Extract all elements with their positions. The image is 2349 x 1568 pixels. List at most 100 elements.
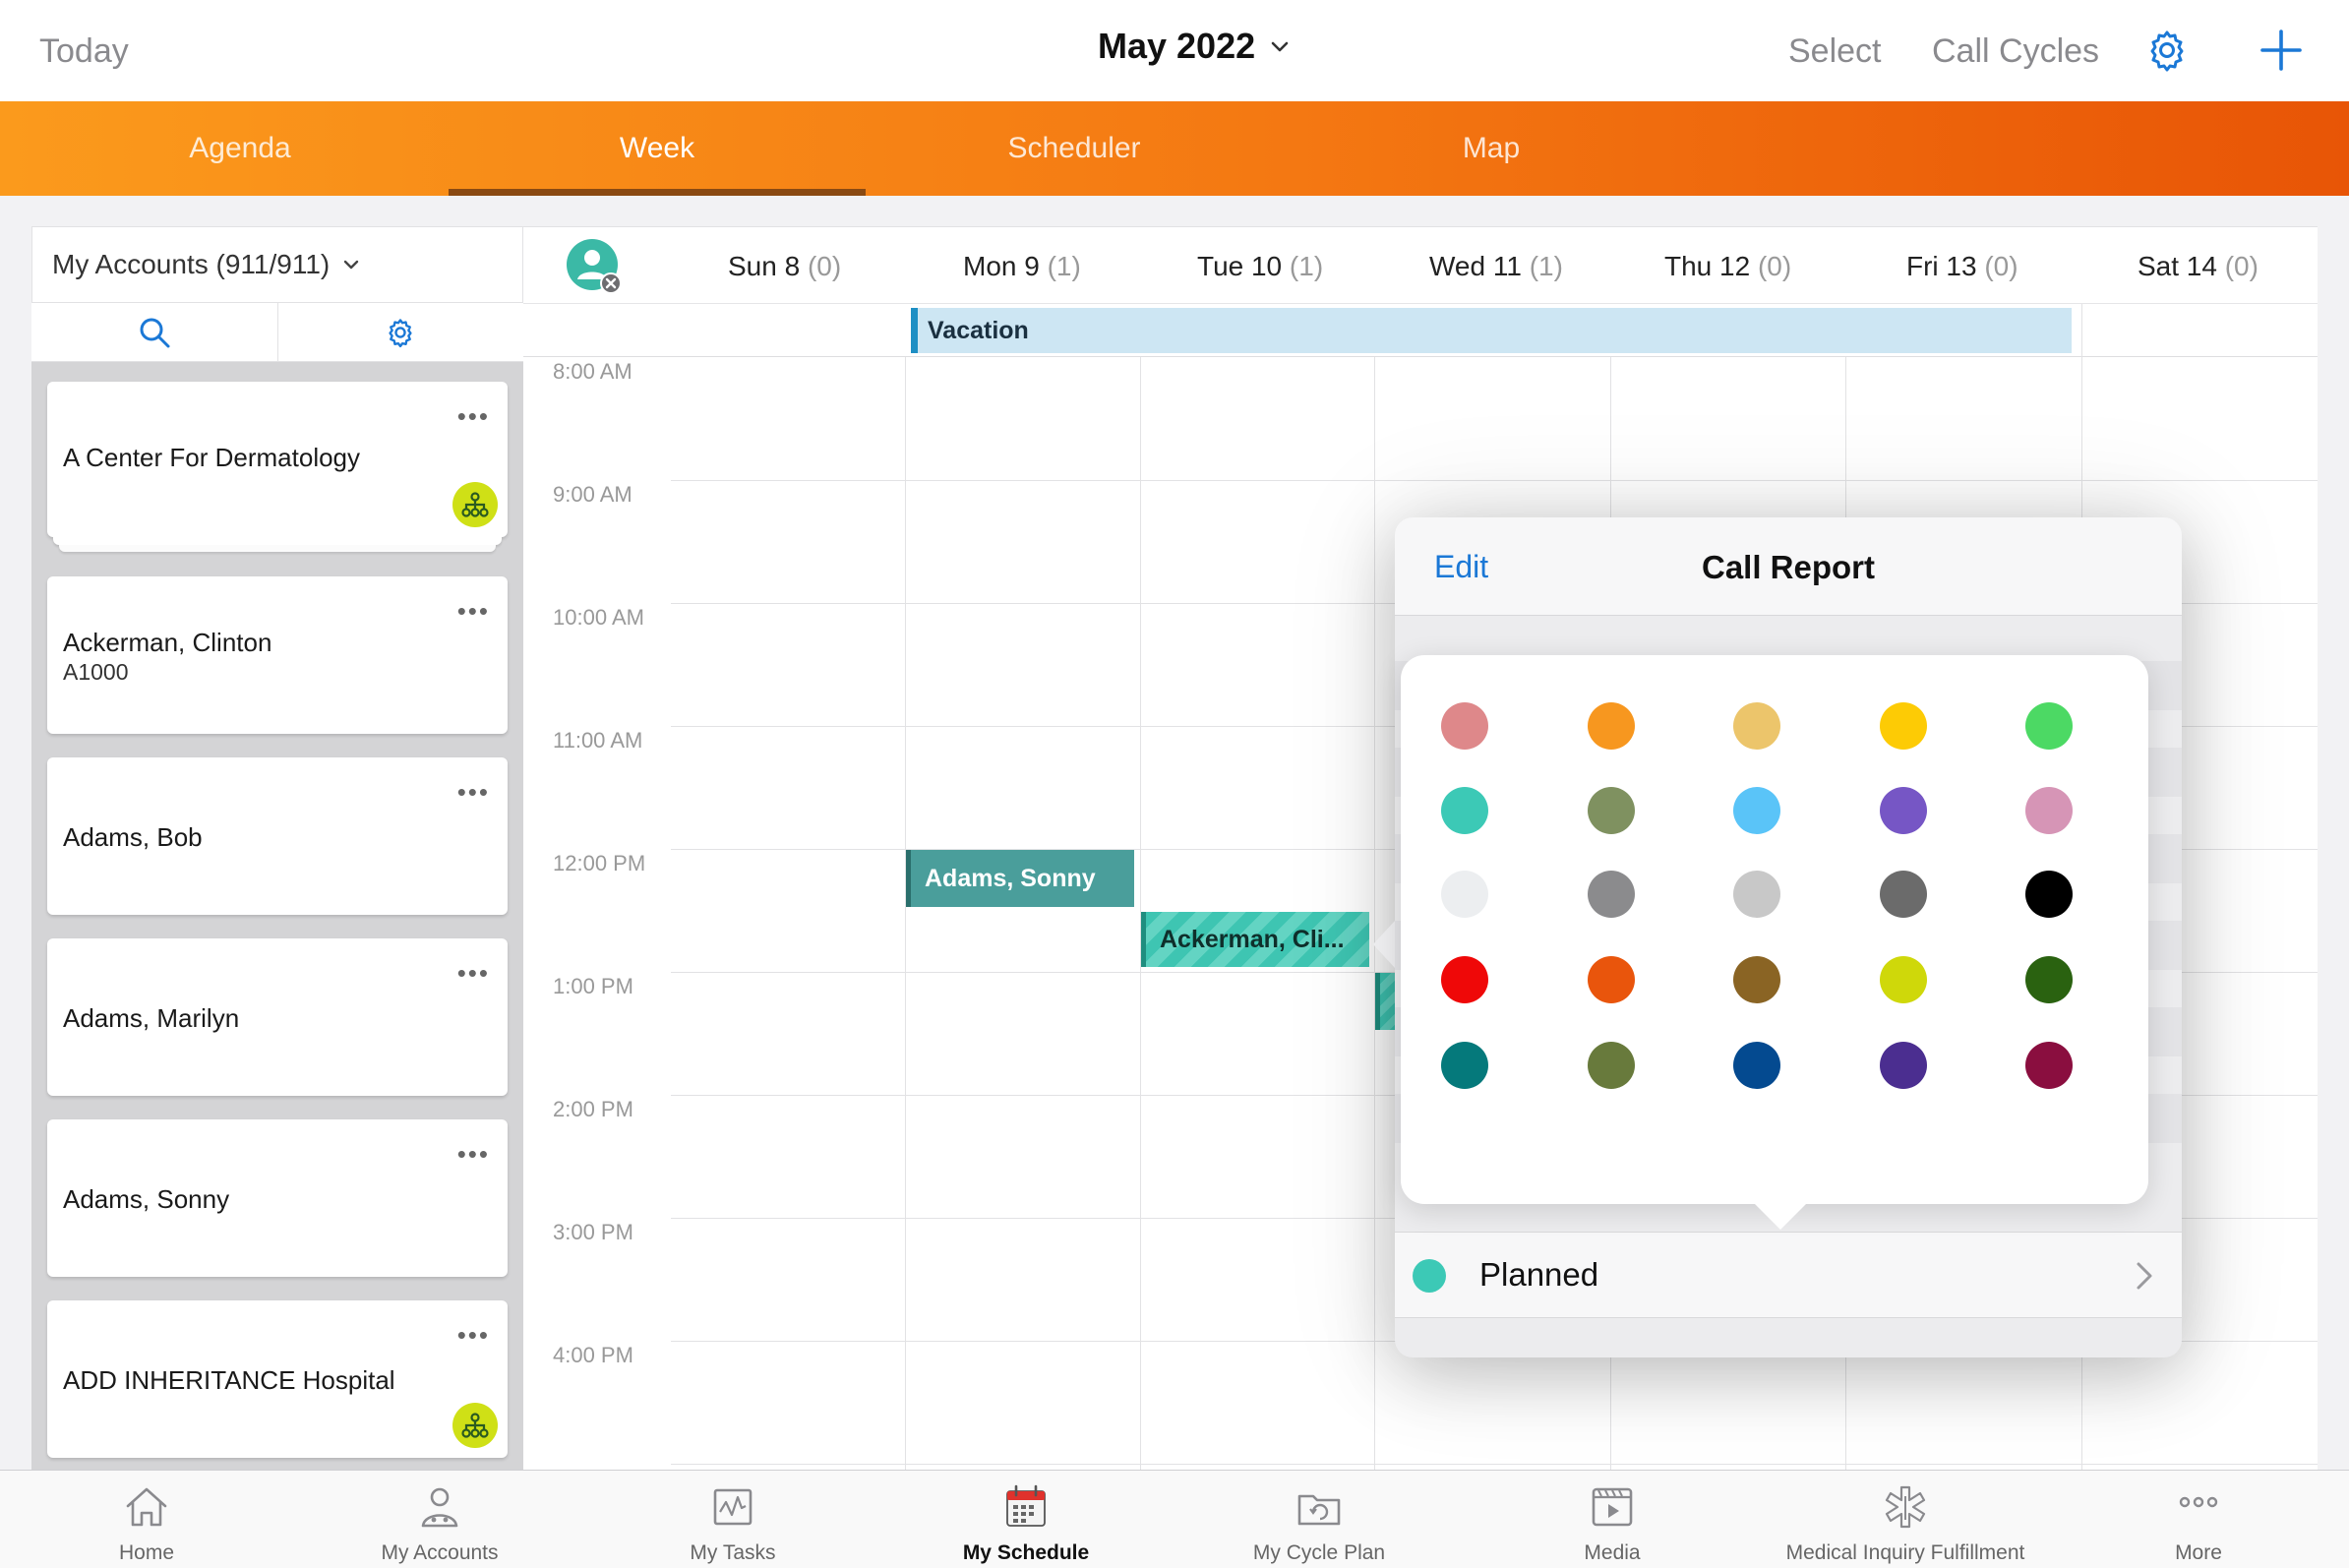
chevron-right-icon xyxy=(2137,1262,2152,1290)
more-icon xyxy=(2179,1496,2218,1508)
select-button[interactable]: Select xyxy=(1788,32,1882,71)
color-swatch[interactable] xyxy=(1587,871,1635,918)
today-button[interactable]: Today xyxy=(39,32,129,71)
color-swatch[interactable] xyxy=(1441,1042,1488,1089)
call-status-row[interactable]: Planned xyxy=(1395,1232,2182,1318)
call-event[interactable]: Ackerman, Cli... xyxy=(1141,912,1369,967)
card-stack-edge xyxy=(53,537,502,545)
edit-button[interactable]: Edit xyxy=(1434,549,1488,585)
nav-my-cycle-plan[interactable]: My Cycle Plan xyxy=(1173,1471,1466,1568)
account-name: Adams, Sonny xyxy=(63,1184,230,1214)
color-swatch[interactable] xyxy=(1733,956,1780,1003)
color-swatch[interactable] xyxy=(1879,786,1927,834)
grid-line xyxy=(2081,304,2082,357)
more-options-icon[interactable]: ••• xyxy=(457,1139,490,1170)
color-swatch[interactable] xyxy=(1879,1042,1927,1089)
account-id: A1000 xyxy=(63,659,129,685)
accounts-settings-button[interactable] xyxy=(277,303,523,362)
more-options-icon[interactable]: ••• xyxy=(457,1320,490,1351)
nav-my-schedule[interactable]: My Schedule xyxy=(879,1471,1173,1568)
time-label: 9:00 AM xyxy=(553,482,632,507)
color-swatch[interactable] xyxy=(1441,956,1488,1003)
hierarchy-icon xyxy=(452,482,498,527)
time-label: 10:00 AM xyxy=(553,605,644,630)
color-swatch[interactable] xyxy=(1441,871,1488,918)
accounts-icon xyxy=(421,1487,458,1528)
hierarchy-icon xyxy=(452,1403,498,1448)
color-swatch[interactable] xyxy=(1587,956,1635,1003)
grid-line xyxy=(1374,357,1375,1470)
color-swatch[interactable] xyxy=(1879,956,1927,1003)
more-options-icon[interactable]: ••• xyxy=(457,777,490,808)
call-event[interactable]: Adams, Sonny xyxy=(906,850,1134,907)
day-header-wed[interactable]: Wed 11 (1) xyxy=(1429,251,1563,282)
month-title: May 2022 xyxy=(1098,26,1256,66)
account-card[interactable]: Adams, Sonny ••• xyxy=(47,1119,508,1277)
account-card[interactable]: A Center For Dermatology ••• xyxy=(47,382,508,552)
account-card[interactable]: Adams, Marilyn ••• xyxy=(47,938,508,1096)
media-icon xyxy=(1592,1487,1633,1527)
status-color-dot xyxy=(1413,1259,1446,1293)
color-swatch[interactable] xyxy=(2025,786,2073,834)
accounts-filter-label: My Accounts (911/911) xyxy=(52,249,331,279)
color-swatch[interactable] xyxy=(1879,702,1927,750)
chevron-down-icon xyxy=(1271,41,1289,52)
plus-icon[interactable] xyxy=(2259,28,2304,73)
nav-more[interactable]: More xyxy=(2052,1471,2345,1568)
color-swatch[interactable] xyxy=(1879,871,1927,918)
day-header-thu[interactable]: Thu 12 (0) xyxy=(1664,251,1791,282)
day-header-sat[interactable]: Sat 14 (0) xyxy=(2138,251,2259,282)
nav-my-accounts[interactable]: My Accounts xyxy=(293,1471,586,1568)
nav-medical-inquiry-fulfillment[interactable]: Medical Inquiry Fulfillment xyxy=(1759,1471,2052,1568)
cycle-plan-icon xyxy=(1297,1494,1341,1526)
accounts-panel: My Accounts (911/911) A Center For Derma… xyxy=(31,226,523,1470)
popover-header: Call Report Edit xyxy=(1395,517,2182,616)
popover-arrow xyxy=(1373,921,1395,968)
day-header-tue[interactable]: Tue 10 (1) xyxy=(1197,251,1323,282)
account-card[interactable]: Adams, Bob ••• xyxy=(47,757,508,915)
popover-title: Call Report xyxy=(1701,549,1876,585)
tab-scheduler[interactable]: Scheduler xyxy=(866,101,1283,196)
color-swatch[interactable] xyxy=(2025,702,2073,750)
account-name: Adams, Marilyn xyxy=(63,1003,240,1033)
time-label: 8:00 AM xyxy=(553,359,632,384)
nav-home[interactable]: Home xyxy=(0,1471,293,1568)
color-swatch[interactable] xyxy=(2025,1042,2073,1089)
tab-week[interactable]: Week xyxy=(449,101,866,196)
time-label: 2:00 PM xyxy=(553,1097,633,1121)
user-avatar-icon[interactable] xyxy=(567,239,622,294)
vacation-event[interactable]: Vacation xyxy=(911,308,2072,353)
gear-icon[interactable] xyxy=(2144,28,2190,73)
accounts-filter[interactable]: My Accounts (911/911) xyxy=(31,226,523,303)
color-swatch[interactable] xyxy=(2025,871,2073,918)
nav-media[interactable]: Media xyxy=(1466,1471,1759,1568)
color-swatch[interactable] xyxy=(1441,702,1488,750)
color-swatch[interactable] xyxy=(1587,702,1635,750)
color-swatch[interactable] xyxy=(1733,786,1780,834)
more-options-icon[interactable]: ••• xyxy=(457,401,490,432)
more-options-icon[interactable]: ••• xyxy=(457,596,490,627)
day-header-sun[interactable]: Sun 8 (0) xyxy=(728,251,841,282)
account-name: ADD INHERITANCE Hospital xyxy=(63,1365,395,1395)
tab-map[interactable]: Map xyxy=(1283,101,1700,196)
color-swatch[interactable] xyxy=(1441,786,1488,834)
day-header-fri[interactable]: Fri 13 (0) xyxy=(1906,251,2018,282)
color-swatch[interactable] xyxy=(2025,956,2073,1003)
day-header-mon[interactable]: Mon 9 (1) xyxy=(963,251,1081,282)
color-swatch[interactable] xyxy=(1733,871,1780,918)
month-selector[interactable]: May 2022 xyxy=(1098,26,1291,67)
more-options-icon[interactable]: ••• xyxy=(457,958,490,989)
color-swatch[interactable] xyxy=(1733,702,1780,750)
search-icon xyxy=(140,318,170,348)
call-cycles-button[interactable]: Call Cycles xyxy=(1932,32,2099,71)
color-swatch[interactable] xyxy=(1587,786,1635,834)
tab-agenda[interactable]: Agenda xyxy=(31,101,449,196)
color-swatch[interactable] xyxy=(1733,1042,1780,1089)
home-icon xyxy=(126,1487,167,1527)
account-card[interactable]: ADD INHERITANCE Hospital ••• xyxy=(47,1300,508,1458)
search-button[interactable] xyxy=(31,303,277,362)
account-card[interactable]: Ackerman, Clinton A1000 ••• xyxy=(47,576,508,734)
account-name: Adams, Bob xyxy=(63,822,203,852)
color-swatch[interactable] xyxy=(1587,1042,1635,1089)
nav-my-tasks[interactable]: My Tasks xyxy=(586,1471,879,1568)
